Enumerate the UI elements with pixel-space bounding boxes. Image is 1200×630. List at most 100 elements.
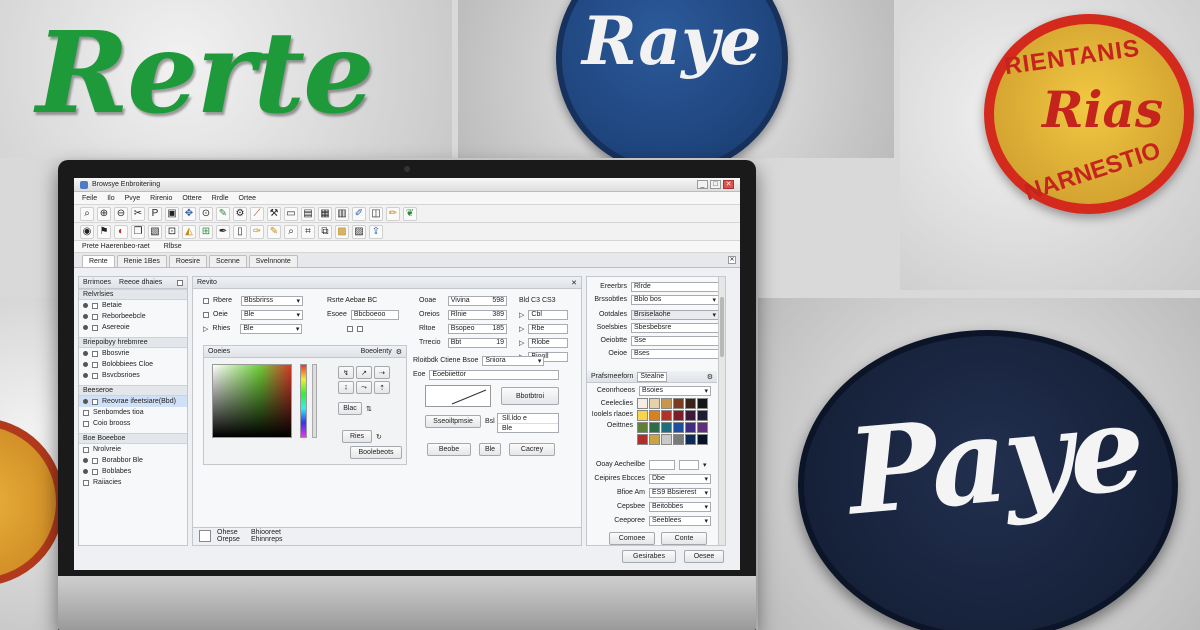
checkbox[interactable] <box>203 311 209 318</box>
dropdown[interactable]: Rlrde <box>631 281 719 292</box>
checkbox[interactable] <box>83 446 89 453</box>
list-item[interactable]: Sll.ldo e <box>498 414 558 423</box>
breadcrumb-item[interactable]: Prete Haerenbeo-raet <box>82 243 150 250</box>
cut-icon[interactable]: ✂ <box>131 206 145 221</box>
tab-3[interactable]: Roesire <box>168 255 208 267</box>
color-swatch[interactable] <box>673 410 684 421</box>
arrows-icon[interactable]: ⇅ <box>366 405 372 413</box>
tree-item-selected[interactable]: Reovrae ifeetsiare(Bbd) <box>79 396 187 407</box>
zoom-out-icon[interactable]: ⊖ <box>114 206 128 221</box>
bucket-icon[interactable]: ◭ <box>182 224 196 239</box>
pen-icon[interactable]: ✎ <box>216 206 230 221</box>
ruler-icon[interactable]: ▯ <box>233 224 247 239</box>
tree-section-title[interactable]: Beeseroe <box>79 385 187 396</box>
export-icon[interactable]: ⇪ <box>369 224 383 239</box>
search-icon[interactable]: ⌕ <box>80 206 94 221</box>
folder-icon[interactable]: ▧ <box>148 224 162 239</box>
menu-item[interactable]: Rirenio <box>150 195 172 202</box>
close-dialog-button[interactable]: Oesee <box>684 550 724 563</box>
refresh-icon[interactable]: ↻ <box>376 433 382 441</box>
color-swatch[interactable] <box>649 398 660 409</box>
menu-item[interactable]: Pvye <box>125 195 141 202</box>
tree-item[interactable]: Nrolvreie <box>79 444 187 455</box>
zoom-icon[interactable]: ⊕ <box>97 206 111 221</box>
crop-icon[interactable]: ⌗ <box>301 224 315 239</box>
gear-icon[interactable]: ⚙ <box>233 206 247 221</box>
color-swatch[interactable] <box>673 422 684 433</box>
text-field[interactable]: Rbe <box>528 323 569 334</box>
checkbox[interactable] <box>83 409 89 416</box>
color-swatch[interactable] <box>637 410 648 421</box>
text-field[interactable]: Eoebiiettor <box>429 369 560 380</box>
checkbox[interactable] <box>92 372 98 379</box>
dropdown[interactable]: Ble ▾ <box>240 323 303 334</box>
checkbox[interactable] <box>92 468 98 475</box>
tab-2[interactable]: Renie 1Bes <box>116 255 167 267</box>
text-field[interactable] <box>649 459 675 470</box>
close-button[interactable]: ✕ <box>723 180 734 189</box>
settings-icon[interactable]: ⚙ <box>707 373 713 381</box>
stitch-list[interactable]: Sll.ldo e Ble <box>497 413 559 433</box>
stitch-button-3[interactable]: Cacrey <box>509 443 555 456</box>
dropdown[interactable]: Brsiselaohe ▾ <box>631 309 719 320</box>
color-swatch[interactable] <box>637 434 648 445</box>
palette-icon[interactable]: ◐ <box>114 224 128 239</box>
apply-button[interactable]: Comoee <box>609 532 655 545</box>
dropdown[interactable]: Bsoies ▾ <box>639 385 711 396</box>
pencil-icon[interactable]: ✏ <box>386 206 400 221</box>
dropdown[interactable]: Bblo bos ▾ <box>631 294 719 305</box>
paste-icon[interactable]: ▣ <box>165 206 179 221</box>
tree-item[interactable]: Borabbor Ble <box>79 455 187 466</box>
text-field[interactable] <box>679 459 699 470</box>
color-swatch[interactable] <box>637 398 648 409</box>
color-swatch[interactable] <box>685 422 696 433</box>
color-button-3[interactable]: Boolebeots <box>350 446 402 459</box>
chevron-down-icon[interactable]: ▾ <box>703 461 707 469</box>
file-icon[interactable]: ⊞ <box>199 224 213 239</box>
color-swatch[interactable] <box>661 398 672 409</box>
checkbox[interactable] <box>92 457 98 464</box>
dropdown[interactable]: Ble ▾ <box>241 309 303 320</box>
brush-icon[interactable]: ✐ <box>352 206 366 221</box>
pattern-icon[interactable]: ↯ <box>338 366 354 379</box>
crayon-icon[interactable]: ✎ <box>267 224 281 239</box>
color-button-1[interactable]: Blac <box>338 402 362 415</box>
color-button-2[interactable]: Ries <box>342 430 372 443</box>
needle-icon[interactable]: ⟋ <box>250 206 264 221</box>
color-swatch[interactable] <box>697 398 708 409</box>
checkbox[interactable] <box>203 297 209 304</box>
minimize-button[interactable]: _ <box>697 180 708 189</box>
number-field[interactable]: Vivina 598 <box>447 295 507 306</box>
color-swatch[interactable] <box>649 410 660 421</box>
stitch-select[interactable]: Sriiora ▾ <box>482 355 545 366</box>
checkbox[interactable] <box>83 420 89 427</box>
text-field[interactable]: Sbesbebsre <box>631 322 719 333</box>
color-swatch[interactable] <box>637 422 648 433</box>
tree-section-title[interactable]: Briepoibyy hrebmree <box>79 337 187 348</box>
settings-icon[interactable]: ⚙ <box>396 348 402 356</box>
stitch-button-1[interactable]: Beobe <box>427 443 471 456</box>
search-icon[interactable]: ⌕ <box>284 224 298 239</box>
close-tab-icon[interactable]: ✕ <box>728 256 736 264</box>
tree-item[interactable]: Bsvcbsrioes <box>79 370 187 381</box>
image-icon[interactable]: ◫ <box>369 206 383 221</box>
frame-icon[interactable]: ⧉ <box>318 224 332 239</box>
tree-item[interactable]: Raiiacies <box>79 477 187 488</box>
cancel-button[interactable]: Conte <box>661 532 707 545</box>
stamp-icon[interactable]: ◉ <box>80 224 94 239</box>
tab-5[interactable]: Svelnnonte <box>248 255 298 267</box>
color-swatch[interactable] <box>685 434 696 445</box>
tree-item[interactable]: Bbosvrie <box>79 348 187 359</box>
dropdown[interactable]: ES9 Bbsierest ▾ <box>649 487 711 498</box>
number-field[interactable]: Bbt 19 <box>447 337 507 348</box>
pattern-icon[interactable]: ⤳ <box>356 381 372 394</box>
tree-section-title[interactable]: Boe Boeeboe <box>79 433 187 444</box>
dropdown[interactable]: Seeblees ▾ <box>649 515 711 526</box>
checkbox[interactable] <box>92 398 98 405</box>
color-swatch[interactable] <box>661 422 672 433</box>
checkbox[interactable] <box>83 479 89 486</box>
color-swatch[interactable] <box>673 434 684 445</box>
dropdown[interactable]: Beitobbes ▾ <box>649 501 711 512</box>
lock-icon[interactable]: ⊡ <box>165 224 179 239</box>
color-swatch[interactable] <box>697 422 708 433</box>
